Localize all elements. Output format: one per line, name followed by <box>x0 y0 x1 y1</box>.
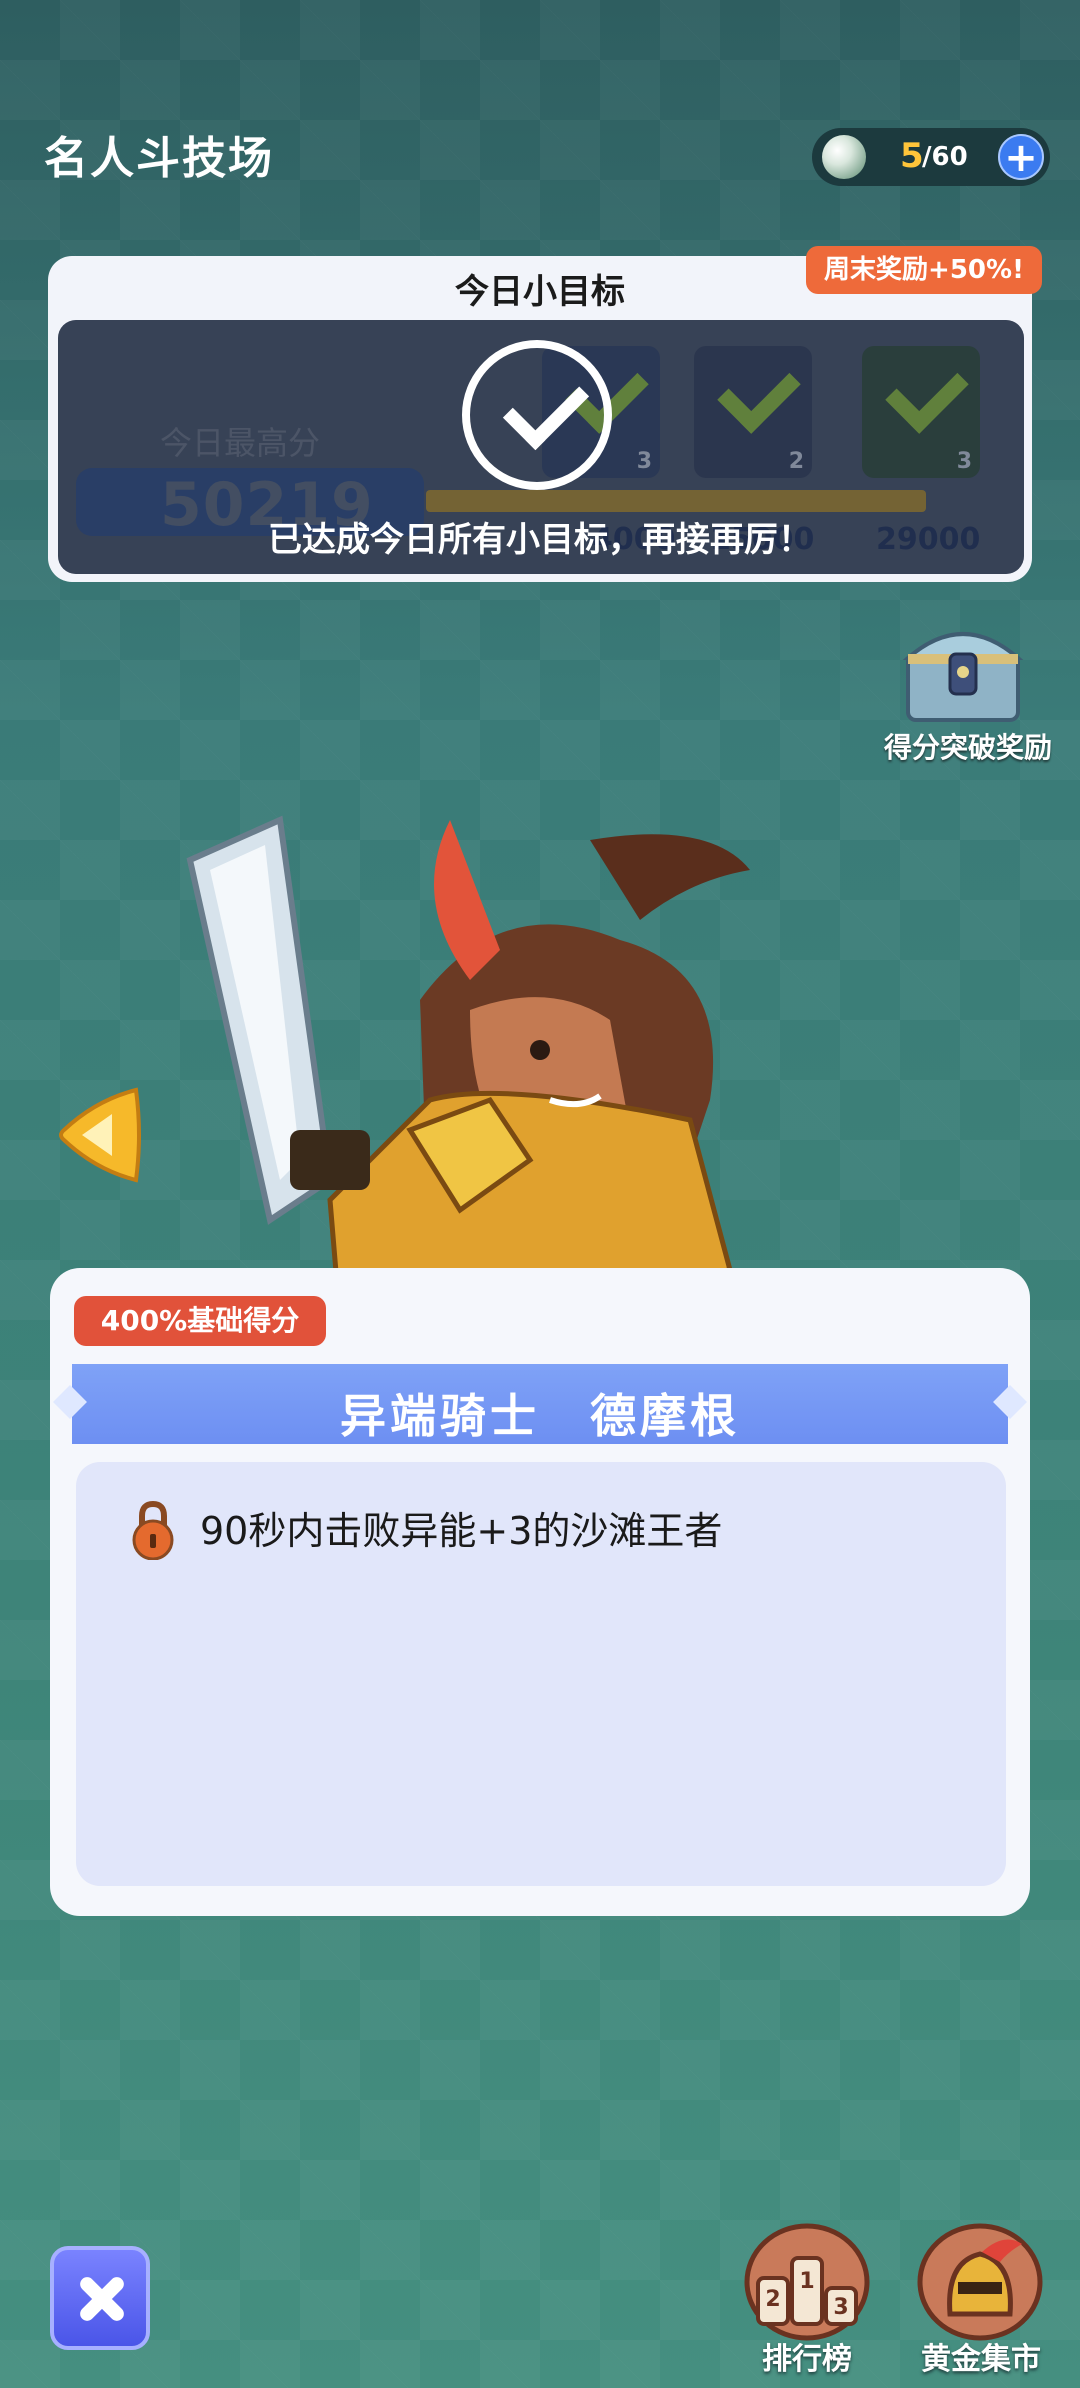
score-break-reward-label[interactable]: 得分突破奖励 <box>868 726 1068 766</box>
svg-text:1: 1 <box>799 2269 814 2294</box>
golden-market-icon[interactable] <box>912 2222 1048 2346</box>
stamina-max: /60 <box>922 142 968 172</box>
hero-name: 异端骑士 德摩根 <box>340 1389 740 1443</box>
svg-text:3: 3 <box>833 2295 848 2320</box>
stamina-current: 5 <box>900 136 924 176</box>
hero-task-text: 90秒内击败异能+3的沙滩王者 <box>200 1509 723 1553</box>
lock-icon <box>132 1500 174 1560</box>
page-title: 名人斗技场 <box>44 133 274 184</box>
golden-market-label[interactable]: 黄金集市 <box>896 2334 1066 2378</box>
hero-portrait <box>186 815 750 1320</box>
complete-check-icon <box>462 340 612 490</box>
add-stamina-button[interactable]: + <box>998 134 1044 180</box>
close-button[interactable] <box>50 2246 150 2350</box>
treasure-chest-icon[interactable] <box>898 614 1028 726</box>
base-score-badge: 400%基础得分 <box>74 1296 326 1346</box>
stamina-counter[interactable]: 5 /60 + <box>812 128 1050 186</box>
svg-text:2: 2 <box>765 2287 780 2312</box>
goal-complete-message: 已达成今日所有小目标，再接再厉！ <box>268 520 812 560</box>
weekend-bonus-badge: 周末奖励+50%! <box>806 246 1042 294</box>
leaderboard-icon[interactable]: 2 1 3 <box>740 2222 874 2346</box>
prev-hero-arrow-icon[interactable] <box>56 1080 142 1190</box>
leaderboard-label[interactable]: 排行榜 <box>740 2334 874 2378</box>
gem-icon <box>822 135 866 179</box>
